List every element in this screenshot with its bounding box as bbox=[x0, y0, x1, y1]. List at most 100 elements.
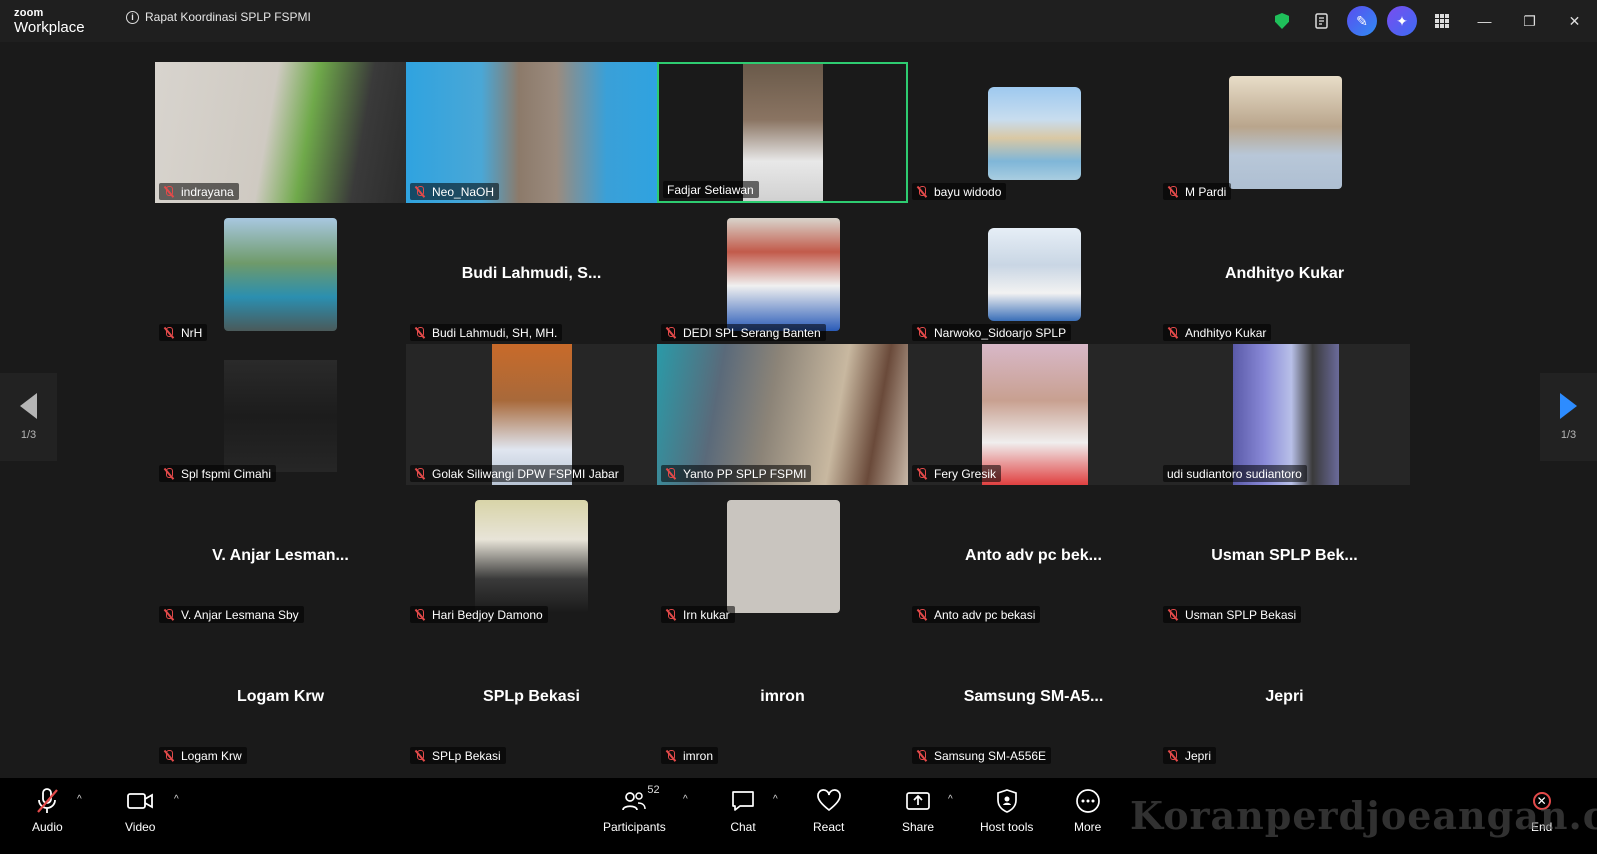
video-button[interactable]: Video bbox=[125, 786, 155, 834]
participant-name-label: Fery Gresik bbox=[912, 465, 1002, 482]
notes-icon[interactable] bbox=[1311, 10, 1333, 32]
participant-tile[interactable]: Samsung SM-A5... Samsung SM-A556E bbox=[908, 626, 1159, 767]
zoom-logo: zoom Workplace bbox=[14, 7, 85, 36]
participant-name-label: Neo_NaOH bbox=[410, 183, 500, 200]
participant-name-label: udi sudiantoro sudiantoro bbox=[1163, 465, 1307, 482]
participant-display-name: Usman SPLP Bek... bbox=[1211, 546, 1358, 564]
mic-muted-icon bbox=[665, 749, 677, 762]
video-options-chevron-up-icon[interactable]: ^ bbox=[174, 794, 179, 805]
participant-tile[interactable]: NrH bbox=[155, 203, 406, 344]
mic-muted-icon bbox=[665, 326, 677, 339]
participant-tile[interactable]: Andhityo Kukar Andhityo Kukar bbox=[1159, 203, 1410, 344]
participant-tile[interactable]: Narwoko_Sidoarjo SPLP bbox=[908, 203, 1159, 344]
watermark: Koranperdjoeangan.com bbox=[1130, 793, 1597, 838]
mic-muted-icon bbox=[665, 467, 677, 480]
arrow-left-icon bbox=[20, 393, 37, 419]
logo-zoom-text: zoom bbox=[14, 7, 44, 19]
close-icon[interactable]: ✕ bbox=[1552, 0, 1597, 42]
participant-tile[interactable]: Hari Bedjoy Damono bbox=[406, 485, 657, 626]
participant-name-label: Narwoko_Sidoarjo SPLP bbox=[912, 324, 1072, 341]
share-screen-icon bbox=[905, 786, 931, 816]
participant-tile[interactable]: SPLp Bekasi SPLp Bekasi bbox=[406, 626, 657, 767]
heart-icon bbox=[816, 786, 842, 816]
participant-name-label: Spl fspmi Cimahi bbox=[159, 465, 277, 482]
chat-button[interactable]: Chat bbox=[730, 786, 756, 834]
participant-tile[interactable]: Neo_NaOH bbox=[406, 62, 657, 203]
chat-options-chevron-up-icon[interactable]: ^ bbox=[773, 794, 778, 805]
participant-tile[interactable]: indrayana bbox=[155, 62, 406, 203]
mic-muted-icon bbox=[665, 608, 677, 621]
participant-name-label: Irn kukar bbox=[661, 606, 735, 623]
participant-tile[interactable]: Budi Lahmudi, S... Budi Lahmudi, SH, MH. bbox=[406, 203, 657, 344]
participant-tile[interactable]: M Pardi bbox=[1159, 62, 1410, 203]
participant-tile[interactable]: DEDI SPL Serang Banten bbox=[657, 203, 908, 344]
participant-tile-active-speaker[interactable]: Fadjar Setiawan bbox=[657, 62, 908, 203]
participant-name-label: imron bbox=[661, 747, 719, 764]
previous-page-button[interactable]: 1/3 bbox=[0, 373, 57, 461]
more-dots-icon bbox=[1075, 786, 1101, 816]
page-indicator-left: 1/3 bbox=[20, 429, 37, 441]
share-options-chevron-up-icon[interactable]: ^ bbox=[948, 794, 953, 805]
participant-tile[interactable]: Anto adv pc bek... Anto adv pc bekasi bbox=[908, 485, 1159, 626]
participant-tile[interactable]: Jepri Jepri bbox=[1159, 626, 1410, 767]
mic-muted-icon bbox=[163, 749, 175, 762]
participant-name-label: Yanto PP SPLP FSPMI bbox=[661, 465, 812, 482]
minimize-icon[interactable]: — bbox=[1462, 0, 1507, 42]
restore-icon[interactable]: ❐ bbox=[1507, 0, 1552, 42]
more-button[interactable]: More bbox=[1074, 786, 1101, 834]
next-page-button[interactable]: 1/3 bbox=[1540, 373, 1597, 461]
participant-name-label: Jepri bbox=[1163, 747, 1217, 764]
participant-video bbox=[982, 344, 1088, 485]
participant-tile[interactable]: bayu widodo bbox=[908, 62, 1159, 203]
meeting-info[interactable]: i Rapat Koordinasi SPLP FSPMI bbox=[126, 10, 311, 24]
participant-tile[interactable]: Spl fspmi Cimahi bbox=[155, 344, 406, 485]
participant-avatar bbox=[988, 228, 1081, 321]
participant-tile[interactable]: Logam Krw Logam Krw bbox=[155, 626, 406, 767]
participant-display-name: SPLp Bekasi bbox=[483, 687, 580, 705]
participant-tile[interactable]: udi sudiantoro sudiantoro bbox=[1159, 344, 1410, 485]
share-button[interactable]: Share bbox=[902, 786, 934, 834]
participant-avatar bbox=[224, 218, 337, 331]
participant-tile[interactable]: Fery Gresik bbox=[908, 344, 1159, 485]
page-indicator-right: 1/3 bbox=[1560, 429, 1577, 441]
participant-display-name: V. Anjar Lesman... bbox=[212, 546, 349, 564]
audio-options-chevron-up-icon[interactable]: ^ bbox=[77, 794, 82, 805]
participant-display-name: Logam Krw bbox=[236, 687, 325, 705]
participant-video bbox=[657, 344, 908, 485]
ai-companion-icon[interactable]: ✦ bbox=[1387, 6, 1417, 36]
participant-name-label: DEDI SPL Serang Banten bbox=[661, 324, 826, 341]
encryption-shield-icon[interactable] bbox=[1271, 10, 1293, 32]
mic-muted-icon bbox=[1167, 749, 1179, 762]
audio-button[interactable]: Audio bbox=[32, 786, 63, 834]
info-icon[interactable]: i bbox=[126, 10, 139, 24]
apps-grid-icon[interactable] bbox=[1431, 10, 1453, 32]
participants-icon: 52 bbox=[621, 784, 660, 816]
participant-count-badge: 52 bbox=[647, 784, 660, 796]
participant-video bbox=[492, 344, 572, 485]
participant-name-label: Anto adv pc bekasi bbox=[912, 606, 1041, 623]
host-tools-button[interactable]: Host tools bbox=[980, 786, 1033, 834]
participant-tile[interactable]: imron imron bbox=[657, 626, 908, 767]
participant-display-name: imron bbox=[760, 687, 805, 705]
participants-options-chevron-up-icon[interactable]: ^ bbox=[683, 794, 688, 805]
mic-muted-icon bbox=[916, 467, 928, 480]
participant-name-label: NrH bbox=[159, 324, 208, 341]
participants-button[interactable]: 52 Participants bbox=[603, 784, 666, 834]
participant-tile[interactable]: Irn kukar bbox=[657, 485, 908, 626]
participant-name-label: Samsung SM-A556E bbox=[912, 747, 1052, 764]
participant-tile[interactable]: Yanto PP SPLP FSPMI bbox=[657, 344, 908, 485]
participant-tile[interactable]: Usman SPLP Bek... Usman SPLP Bekasi bbox=[1159, 485, 1410, 626]
participant-avatar bbox=[1229, 76, 1342, 189]
participant-name-label: Hari Bedjoy Damono bbox=[410, 606, 548, 623]
participant-avatar bbox=[727, 218, 840, 331]
participant-name-label: indrayana bbox=[159, 183, 239, 200]
mic-muted-icon bbox=[163, 185, 175, 198]
participant-tile[interactable]: V. Anjar Lesman... V. Anjar Lesmana Sby bbox=[155, 485, 406, 626]
react-button[interactable]: React bbox=[813, 786, 844, 834]
mic-muted-icon bbox=[414, 608, 426, 621]
participant-avatar bbox=[224, 360, 337, 472]
whiteboard-pen-icon[interactable]: ✎ bbox=[1347, 6, 1377, 36]
participant-name-label: Usman SPLP Bekasi bbox=[1163, 606, 1302, 623]
participant-tile[interactable]: Golak Siliwangi DPW FSPMI Jabar bbox=[406, 344, 657, 485]
participant-display-name: Samsung SM-A5... bbox=[963, 687, 1104, 705]
